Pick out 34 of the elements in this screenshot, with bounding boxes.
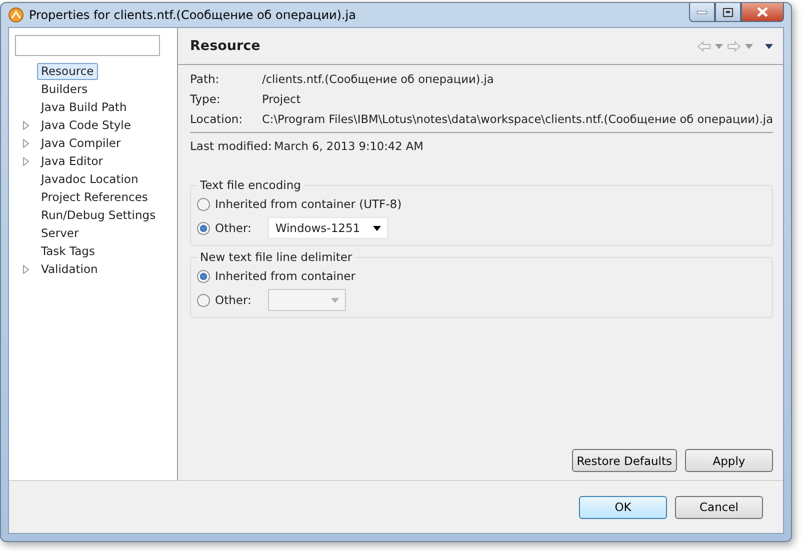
tree-item[interactable]: Java Compiler (37, 134, 125, 152)
tree-item[interactable]: Resource (37, 62, 98, 80)
dropdown-value: Windows-1251 (275, 221, 360, 235)
radio-label: Inherited from container (UTF-8) (215, 197, 402, 211)
window-title: Properties for clients.ntf.(Сообщение об операции).ja (29, 8, 357, 22)
tree-item[interactable]: Task Tags (37, 242, 99, 260)
group-title: Text file encoding (199, 178, 302, 192)
field-value: C:\Program Files\IBM\Lotus\notes\data\workspace\clients.ntf.(Сообщение об операции).ja (262, 112, 773, 126)
tree-item[interactable]: Java Build Path (37, 98, 131, 116)
tree-item[interactable]: Project References (37, 188, 152, 206)
page-button[interactable]: Restore Defaults (572, 449, 677, 472)
field-label: Type: (190, 92, 222, 106)
tree-item[interactable]: Run/Debug Settings (37, 206, 160, 224)
page-button[interactable]: Apply (685, 449, 773, 472)
radio-label: Other: (215, 293, 252, 307)
group-title: New text file line delimiter (199, 250, 354, 264)
tree-item[interactable]: Builders (37, 80, 92, 98)
dialog-button[interactable]: OK (579, 496, 667, 518)
dialog-button[interactable]: Cancel (675, 496, 763, 518)
tree-item[interactable]: Java Code Style (37, 116, 135, 134)
field-label: Last modified: (190, 139, 273, 153)
tree-item[interactable]: Validation (37, 260, 102, 278)
radio-label: Inherited from container (215, 269, 356, 283)
field-value: Project (262, 92, 301, 106)
field-label: Location: (190, 112, 244, 126)
tree-item[interactable]: Server (37, 224, 83, 242)
radio-label: Other: (215, 221, 252, 235)
tree-item[interactable]: Javadoc Location (37, 170, 142, 188)
field-label: Path: (190, 72, 220, 86)
tree-item[interactable]: Java Editor (37, 152, 107, 170)
field-value: /clients.ntf.(Сообщение об операции).ja (262, 72, 494, 86)
page-title: Resource (190, 38, 260, 54)
field-value: March 6, 2013 9:10:42 AM (274, 140, 424, 152)
dropdown[interactable]: Windows-1251 (268, 217, 388, 239)
